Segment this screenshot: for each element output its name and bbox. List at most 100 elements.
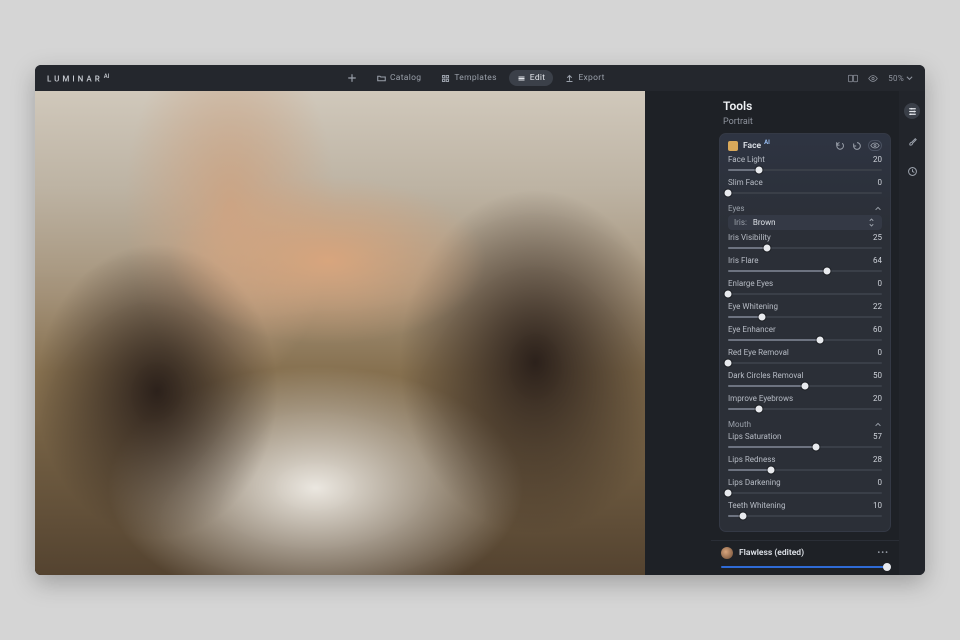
- photo-canvas[interactable]: [35, 91, 645, 575]
- face-group-title[interactable]: Face AI: [728, 141, 770, 151]
- lips-darkening-value: 0: [878, 478, 883, 487]
- mouth-heading: Mouth: [728, 420, 751, 429]
- eye-enhancer-slider[interactable]: Eye Enhancer60: [728, 325, 882, 345]
- preset-thumbnail: [721, 547, 733, 559]
- eyes-heading: Eyes: [728, 204, 745, 213]
- lips-redness-value: 28: [873, 455, 882, 464]
- dark-circles-removal-slider[interactable]: Dark Circles Removal 50: [728, 371, 882, 391]
- enlarge-eyes-label: Enlarge Eyes: [728, 279, 773, 288]
- canvas-area: [35, 91, 711, 575]
- zoom-control[interactable]: 50%: [888, 74, 913, 83]
- tools-header: Tools Portrait: [711, 91, 899, 129]
- rail-brush-icon[interactable]: [904, 133, 920, 149]
- teeth-whitening-value: 10: [873, 501, 882, 510]
- compare-icon[interactable]: [848, 73, 858, 83]
- lips-saturation-value: 57: [873, 432, 882, 441]
- toggle-visibility-icon[interactable]: [868, 140, 882, 151]
- face-tool-group: Face AI Face Light20Slim Face0 Eye: [719, 133, 891, 532]
- iris-select[interactable]: Iris: Brown: [728, 215, 882, 230]
- brand-suffix: AI: [104, 73, 110, 80]
- tools-title: Tools: [723, 99, 887, 113]
- nav-edit[interactable]: Edit: [509, 70, 554, 86]
- face-icon: [728, 141, 738, 151]
- chevron-up-icon: [874, 421, 882, 429]
- chevron-up-icon: [874, 205, 882, 213]
- eye-enhancer-value: 60: [873, 325, 882, 334]
- iris-visibility-slider[interactable]: Iris Visibility 25: [728, 233, 882, 253]
- nav-edit-label: Edit: [530, 73, 546, 83]
- improve-eyebrows-label: Improve Eyebrows: [728, 394, 793, 403]
- nav-export[interactable]: Export: [557, 70, 612, 86]
- lips-darkening-label: Lips Darkening: [728, 478, 781, 487]
- app-body: Tools Portrait Face AI: [35, 91, 925, 575]
- iris-visibility-label: Iris Visibility: [728, 233, 771, 242]
- eyes-subsection-header[interactable]: Eyes: [728, 204, 882, 213]
- nav-export-label: Export: [578, 73, 604, 83]
- top-bar: LUMINARAI Catalog Templates Edit Export: [35, 65, 925, 91]
- preset-amount-slider[interactable]: [721, 563, 889, 571]
- iris-flare-slider[interactable]: Iris Flare 64: [728, 256, 882, 276]
- lips-saturation-slider[interactable]: Lips Saturation 57: [728, 432, 882, 452]
- lips-darkening-slider[interactable]: Lips Darkening 0: [728, 478, 882, 498]
- slim-face-value: 0: [878, 178, 883, 187]
- iris-label: Iris:: [734, 218, 747, 227]
- face-light-value: 20: [873, 155, 882, 164]
- topbar-right-controls: 50%: [848, 73, 913, 83]
- lips-saturation-label: Lips Saturation: [728, 432, 781, 441]
- lips-redness-label: Lips Redness: [728, 455, 775, 464]
- undo-icon[interactable]: [834, 140, 845, 151]
- rail-adjust-icon[interactable]: [904, 103, 920, 119]
- teeth-whitening-slider[interactable]: Teeth Whitening 10: [728, 501, 882, 521]
- slim-face-label: Slim Face: [728, 178, 763, 187]
- iris-visibility-value: 25: [873, 233, 882, 242]
- preset-bar: Flawless (edited) •••: [711, 540, 899, 575]
- eye-whitening-value: 22: [873, 302, 882, 311]
- iris-value: Brown: [753, 218, 861, 227]
- edit-icon: [517, 74, 526, 83]
- tools-panel: Tools Portrait Face AI: [711, 91, 899, 575]
- tools-category: Portrait: [723, 117, 887, 127]
- ai-badge: AI: [764, 139, 770, 146]
- brand-name: LUMINAR: [47, 74, 103, 83]
- app-window: LUMINARAI Catalog Templates Edit Export: [35, 65, 925, 575]
- tools-scroll[interactable]: Face AI Face Light20Slim Face0 Eye: [711, 129, 899, 540]
- face-light-slider[interactable]: Face Light 20: [728, 155, 882, 175]
- enlarge-eyes-slider[interactable]: Enlarge Eyes 0: [728, 279, 882, 299]
- enlarge-eyes-value: 0: [878, 279, 883, 288]
- improve-eyebrows-value: 20: [873, 394, 882, 403]
- nav-templates-label: Templates: [454, 73, 496, 83]
- slim-face-slider[interactable]: Slim Face 0: [728, 178, 882, 198]
- red-eye-removal-slider[interactable]: Red Eye Removal 0: [728, 348, 882, 368]
- folder-icon: [377, 74, 386, 83]
- brand-logo: LUMINARAI: [47, 73, 109, 84]
- add-button[interactable]: [345, 71, 359, 85]
- dark-circles-removal-label: Dark Circles Removal: [728, 371, 803, 380]
- iris-flare-value: 64: [873, 256, 882, 265]
- dark-circles-removal-value: 50: [873, 371, 882, 380]
- nav-catalog-label: Catalog: [390, 73, 421, 83]
- nav-catalog[interactable]: Catalog: [369, 70, 429, 86]
- mouth-subsection-header[interactable]: Mouth: [728, 420, 882, 429]
- iris-flare-label: Iris Flare: [728, 256, 759, 265]
- reset-icon[interactable]: [851, 140, 862, 151]
- preview-eye-icon[interactable]: [868, 73, 878, 83]
- face-group-label: Face: [743, 141, 761, 151]
- eye-whitening-label: Eye Whitening: [728, 302, 778, 311]
- red-eye-removal-label: Red Eye Removal: [728, 348, 789, 357]
- select-stepper-icon: [867, 218, 876, 227]
- nav-templates[interactable]: Templates: [433, 70, 504, 86]
- improve-eyebrows-slider[interactable]: Improve Eyebrows 20: [728, 394, 882, 414]
- teeth-whitening-label: Teeth Whitening: [728, 501, 785, 510]
- lips-redness-slider[interactable]: Lips Redness 28: [728, 455, 882, 475]
- rail-history-icon[interactable]: [904, 163, 920, 179]
- side-rail: [899, 91, 925, 575]
- eye-whitening-slider[interactable]: Eye Whitening 22: [728, 302, 882, 322]
- preset-menu-icon[interactable]: •••: [877, 548, 889, 558]
- face-light-label: Face Light: [728, 155, 765, 164]
- templates-icon: [441, 74, 450, 83]
- zoom-value: 50%: [888, 74, 904, 83]
- red-eye-removal-value: 0: [878, 348, 883, 357]
- preset-name: Flawless (edited): [739, 548, 871, 558]
- right-column: Tools Portrait Face AI: [711, 91, 925, 575]
- main-nav: Catalog Templates Edit Export: [345, 70, 613, 86]
